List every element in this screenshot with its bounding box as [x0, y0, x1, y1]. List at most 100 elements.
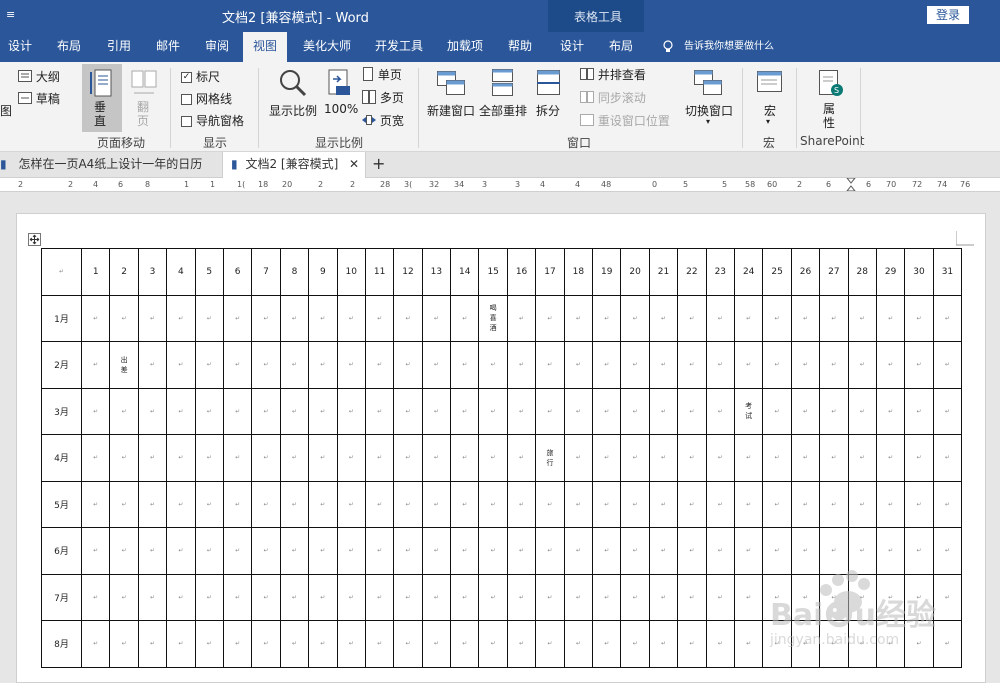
calendar-cell[interactable]: ↵ [222, 434, 253, 482]
calendar-cell[interactable]: ↵ [875, 527, 906, 575]
tab-view[interactable]: 视图 [243, 32, 288, 62]
split-button[interactable]: 拆分 [533, 64, 565, 120]
calendar-cell[interactable]: ↵ [648, 434, 679, 482]
calendar-cell[interactable]: ↵ [109, 387, 139, 435]
zoom-button[interactable]: 显示比例 [266, 64, 320, 120]
calendar-cell[interactable]: ↵ [478, 434, 508, 482]
calendar-note-cell[interactable]: 出 差 [109, 341, 139, 389]
calendar-cell[interactable]: ↵ [592, 434, 622, 482]
calendar-cell[interactable]: ↵ [932, 341, 963, 389]
day-header-18[interactable]: 18 [563, 248, 594, 296]
corner-cell[interactable]: ↵ [41, 248, 82, 296]
calendar-cell[interactable]: ↵ [194, 620, 224, 668]
side-by-side-button[interactable]: 并排查看 [580, 66, 646, 83]
horizontal-ruler[interactable]: 2 2 4 6 8 1 1 1( 18 20 2 2 28 3( 32 34 3… [0, 178, 1000, 192]
calendar-cell[interactable]: ↵ [194, 480, 224, 528]
day-header-2[interactable]: 2 [109, 248, 139, 296]
calendar-cell[interactable]: ↵ [478, 620, 508, 668]
calendar-cell[interactable]: ↵ [932, 527, 963, 575]
calendar-cell[interactable]: ↵ [592, 387, 622, 435]
calendar-cell[interactable]: ↵ [194, 341, 224, 389]
month-label-1[interactable]: 1月 [41, 294, 82, 342]
calendar-cell[interactable]: ↵ [279, 341, 310, 389]
calendar-cell[interactable]: ↵ [535, 294, 565, 342]
calendar-cell[interactable]: ↵ [279, 620, 310, 668]
calendar-cell[interactable]: ↵ [109, 480, 139, 528]
calendar-cell[interactable]: ↵ [506, 480, 537, 528]
calendar-cell[interactable]: ↵ [875, 480, 906, 528]
calendar-note-cell[interactable]: 旅 行 [535, 434, 565, 482]
day-header-31[interactable]: 31 [932, 248, 963, 296]
calendar-cell[interactable]: ↵ [592, 527, 622, 575]
calendar-cell[interactable]: ↵ [222, 527, 253, 575]
calendar-cell[interactable]: ↵ [506, 620, 537, 668]
calendar-cell[interactable]: ↵ [279, 573, 310, 621]
calendar-cell[interactable]: ↵ [194, 573, 224, 621]
month-label-7[interactable]: 7月 [41, 573, 82, 621]
calendar-cell[interactable]: ↵ [450, 387, 480, 435]
calendar-cell[interactable]: ↵ [563, 527, 594, 575]
calendar-cell[interactable]: ↵ [421, 294, 452, 342]
calendar-cell[interactable]: ↵ [450, 294, 480, 342]
calendar-cell[interactable]: ↵ [762, 480, 792, 528]
calendar-cell[interactable]: ↵ [904, 480, 934, 528]
calendar-cell[interactable]: ↵ [80, 434, 111, 482]
add-tab-button[interactable]: + [372, 152, 385, 178]
calendar-cell[interactable]: ↵ [421, 620, 452, 668]
calendar-cell[interactable]: ↵ [251, 527, 281, 575]
properties-button[interactable]: S 属 性 [812, 64, 848, 130]
calendar-cell[interactable]: ↵ [790, 341, 821, 389]
calendar-cell[interactable]: ↵ [592, 341, 622, 389]
document-tab-active[interactable]: ▮ 文档2 [兼容模式] ✕ [222, 152, 366, 178]
month-label-4[interactable]: 4月 [41, 434, 82, 482]
zoom-100-button[interactable]: 100% [322, 64, 358, 120]
calendar-cell[interactable]: ↵ [535, 341, 565, 389]
day-header-10[interactable]: 10 [336, 248, 366, 296]
calendar-cell[interactable]: ↵ [421, 480, 452, 528]
calendar-cell[interactable]: ↵ [109, 294, 139, 342]
calendar-cell[interactable]: ↵ [733, 573, 764, 621]
calendar-cell[interactable]: ↵ [137, 480, 168, 528]
calendar-cell[interactable]: ↵ [421, 387, 452, 435]
calendar-cell[interactable]: ↵ [450, 341, 480, 389]
calendar-cell[interactable]: ↵ [251, 480, 281, 528]
vertical-button[interactable]: 垂 直 [82, 64, 122, 132]
month-label-8[interactable]: 8月 [41, 620, 82, 668]
calendar-cell[interactable]: ↵ [648, 387, 679, 435]
arrange-all-button[interactable]: 全部重排 [478, 64, 528, 120]
reset-position-button[interactable]: 重设窗口位置 [580, 112, 670, 129]
tab-review[interactable]: 审阅 [205, 32, 229, 62]
day-header-20[interactable]: 20 [620, 248, 650, 296]
calendar-cell[interactable]: ↵ [364, 294, 395, 342]
calendar-cell[interactable]: ↵ [648, 573, 679, 621]
calendar-cell[interactable]: ↵ [733, 434, 764, 482]
switch-window-button[interactable]: 切换窗口 ▾ [682, 64, 734, 130]
calendar-cell[interactable]: ↵ [677, 620, 707, 668]
calendar-cell[interactable]: ↵ [137, 527, 168, 575]
calendar-cell[interactable]: ↵ [364, 387, 395, 435]
calendar-cell[interactable]: ↵ [847, 294, 877, 342]
tab-table-layout[interactable]: 布局 [609, 32, 633, 62]
calendar-cell[interactable]: ↵ [478, 573, 508, 621]
ruler-checkbox[interactable]: ✓ 标尺 [181, 68, 220, 85]
day-header-28[interactable]: 28 [847, 248, 877, 296]
calendar-cell[interactable]: ↵ [308, 387, 338, 435]
calendar-cell[interactable]: ↵ [847, 527, 877, 575]
calendar-cell[interactable]: ↵ [620, 294, 650, 342]
calendar-cell[interactable]: ↵ [80, 480, 111, 528]
day-header-29[interactable]: 29 [875, 248, 906, 296]
calendar-cell[interactable]: ↵ [620, 620, 650, 668]
calendar-cell[interactable]: ↵ [166, 620, 196, 668]
calendar-cell[interactable]: ↵ [308, 434, 338, 482]
multi-page-button[interactable]: 多页 [362, 89, 404, 107]
tab-developer[interactable]: 开发工具 [375, 32, 423, 62]
calendar-cell[interactable]: ↵ [222, 387, 253, 435]
calendar-cell[interactable]: ↵ [222, 294, 253, 342]
calendar-cell[interactable]: ↵ [393, 573, 423, 621]
calendar-cell[interactable]: ↵ [421, 341, 452, 389]
calendar-cell[interactable]: ↵ [137, 434, 168, 482]
calendar-cell[interactable]: ↵ [80, 620, 111, 668]
calendar-cell[interactable]: ↵ [648, 527, 679, 575]
calendar-cell[interactable]: ↵ [308, 573, 338, 621]
calendar-cell[interactable]: ↵ [478, 480, 508, 528]
